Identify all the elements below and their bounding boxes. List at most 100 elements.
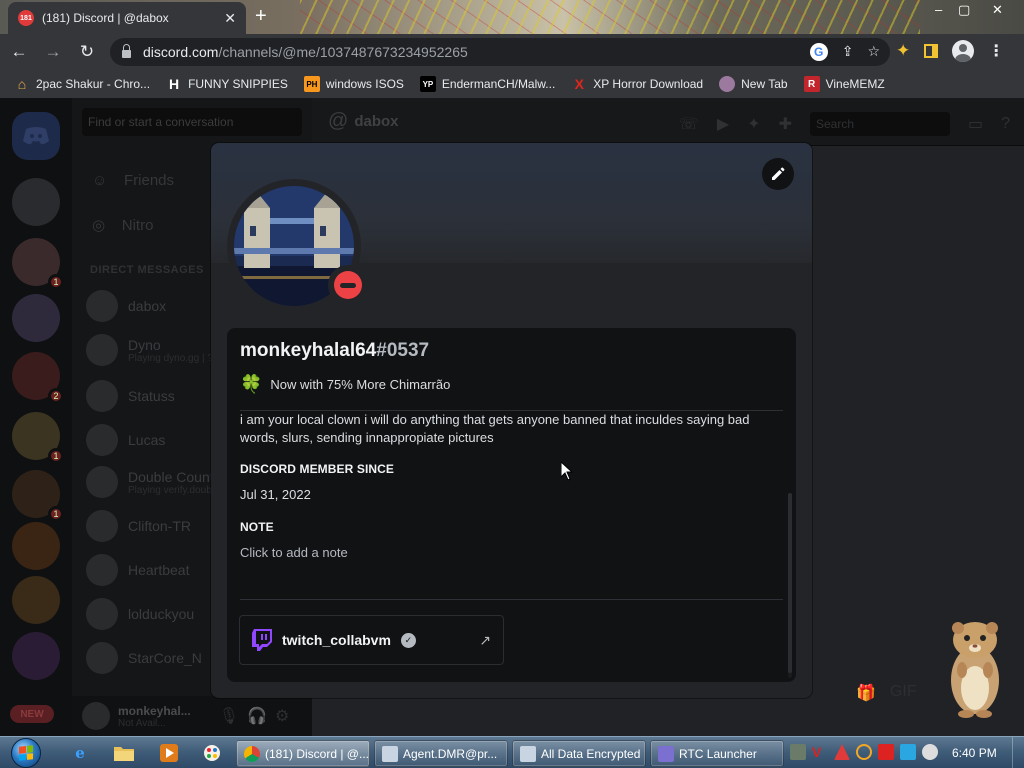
dm-search-input[interactable]: Find or start a conversation: [82, 108, 302, 136]
dm-item[interactable]: Dyno Playing dyno.gg | ?help: [86, 330, 232, 370]
taskbar-window-button[interactable]: (181) Discord | @...: [236, 740, 370, 767]
bookmark-favicon-icon: X: [574, 76, 584, 92]
server-icon[interactable]: [12, 632, 60, 680]
header-search-input[interactable]: Search: [809, 112, 950, 136]
dm-item[interactable]: Clifton-TR: [86, 506, 191, 546]
tray-v-icon[interactable]: V: [812, 744, 828, 760]
settings-gear-icon[interactable]: ⚙: [275, 706, 289, 726]
video-call-icon[interactable]: ▶: [717, 114, 729, 134]
discord-home-icon[interactable]: [12, 112, 60, 160]
server-icon[interactable]: [12, 178, 60, 226]
tray-flag-icon[interactable]: [878, 744, 894, 760]
address-bar[interactable]: discord.com/channels/@me/103748767323495…: [110, 38, 890, 66]
dm-item[interactable]: Statuss: [86, 376, 175, 416]
gift-icon[interactable]: 🎁: [856, 683, 876, 703]
connection-twitch[interactable]: twitch_collabvm ✓ ↗: [239, 615, 504, 665]
maximize-icon[interactable]: ▢: [958, 2, 970, 18]
tray-app-icon[interactable]: [790, 744, 806, 760]
voice-call-icon[interactable]: ☏: [679, 114, 699, 134]
back-icon[interactable]: ←: [4, 37, 34, 67]
bookmark-item[interactable]: R VineMEMZ: [803, 76, 885, 92]
taskbar-window-button[interactable]: Agent.DMR@pr...: [374, 740, 508, 767]
extensions-puzzle-icon[interactable]: ✦: [896, 41, 910, 61]
server-icon[interactable]: [12, 522, 60, 570]
side-panel-icon[interactable]: [924, 44, 939, 58]
bookmark-item[interactable]: X XP Horror Download: [571, 76, 704, 92]
bookmark-item[interactable]: New Tab: [719, 76, 788, 92]
taskbar-clock[interactable]: 6:40 PM: [952, 746, 997, 760]
bookmark-item[interactable]: H FUNNY SNIPPIES: [166, 76, 288, 92]
desktop-hamster-mascot[interactable]: [940, 618, 1010, 718]
bookmark-item[interactable]: PH windows ISOS: [303, 76, 404, 92]
profile-avatar-icon[interactable]: [952, 40, 975, 62]
media-player-icon[interactable]: [157, 741, 181, 765]
paint-icon[interactable]: [200, 741, 224, 765]
new-unread-pill[interactable]: NEW: [10, 705, 54, 723]
dm-nav-nitro[interactable]: ◎ Nitro: [92, 216, 153, 234]
dm-nav-friends[interactable]: ☺ Friends: [92, 172, 174, 189]
inbox-icon[interactable]: ▭: [968, 114, 983, 134]
bookmark-star-icon[interactable]: ☆: [867, 43, 880, 61]
member-since-heading: DISCORD MEMBER SINCE: [240, 462, 395, 476]
taskbar-window-button[interactable]: RTC Launcher: [650, 740, 784, 767]
browser-tab-discord[interactable]: 181 (181) Discord | @dabox ✕: [8, 2, 246, 34]
twitch-icon: [252, 629, 272, 651]
bookmark-label: FUNNY SNIPPIES: [188, 77, 288, 91]
profile-username[interactable]: monkeyhalal64#0537: [240, 340, 429, 362]
tray-network-icon[interactable]: [900, 744, 916, 760]
tray-volume-icon[interactable]: [922, 744, 938, 760]
google-lens-icon[interactable]: G: [809, 43, 828, 61]
tab-close-icon[interactable]: ✕: [224, 10, 236, 27]
dm-item[interactable]: Lucas: [86, 420, 165, 460]
lock-icon[interactable]: [122, 43, 131, 58]
pin-icon[interactable]: ✦: [747, 114, 760, 134]
mute-icon[interactable]: 🎙: [219, 706, 239, 726]
server-icon[interactable]: [12, 576, 60, 624]
dm-item[interactable]: dabox: [86, 286, 166, 326]
forward-icon[interactable]: →: [38, 37, 68, 67]
share-icon[interactable]: ⇪: [842, 43, 854, 61]
edit-profile-pencil-icon[interactable]: [762, 158, 794, 190]
close-window-icon[interactable]: ✕: [992, 2, 1003, 18]
dm-item[interactable]: lolduckyou: [86, 594, 194, 634]
dnd-status-icon: [328, 265, 368, 305]
bookmark-favicon-icon: H: [169, 76, 180, 92]
internet-explorer-icon[interactable]: e: [68, 741, 92, 765]
server-icon[interactable]: 1: [12, 238, 64, 290]
dm-avatar: [86, 598, 118, 630]
show-desktop-button[interactable]: [1012, 737, 1024, 768]
headphones-icon[interactable]: 🎧: [247, 706, 267, 726]
avatar-frame: [227, 179, 368, 313]
user-panel: monkeyhal... Not Avail... 🎙 🎧 ⚙: [72, 696, 312, 736]
note-input[interactable]: Click to add a note: [240, 545, 348, 560]
user-avatar[interactable]: [82, 702, 110, 730]
server-list: 1 2 1 1 NEW: [0, 98, 72, 736]
card-scrollbar[interactable]: [788, 493, 792, 678]
taskbar-window-button[interactable]: All Data Encrypted: [512, 740, 646, 767]
server-icon[interactable]: 1: [12, 412, 64, 464]
reload-icon[interactable]: ↻: [72, 37, 102, 67]
custom-status-text: Now with 75% More Chimarrão: [270, 377, 451, 392]
at-icon: @: [328, 110, 349, 132]
add-friend-icon[interactable]: ✚: [779, 114, 792, 134]
user-profile-modal: monkeyhalal64#0537 🍀 Now with 75% More C…: [211, 143, 812, 698]
bookmark-item[interactable]: ⌂ 2pac Shakur - Chro...: [14, 76, 150, 92]
tray-search-icon[interactable]: [856, 744, 872, 760]
dm-item[interactable]: StarCore_N: [86, 638, 202, 678]
external-link-arrow-icon[interactable]: ↗: [479, 632, 491, 649]
server-icon[interactable]: 2: [12, 352, 64, 404]
bookmark-item[interactable]: YP EndermanCH/Malw...: [419, 76, 555, 92]
profile-info-card: monkeyhalal64#0537 🍀 Now with 75% More C…: [227, 328, 796, 682]
user-panel-status: Not Avail...: [118, 717, 166, 729]
gif-icon[interactable]: GIF: [890, 683, 917, 703]
dm-item[interactable]: Heartbeat: [86, 550, 189, 590]
start-button[interactable]: [6, 737, 46, 768]
server-icon[interactable]: [12, 294, 60, 342]
server-icon[interactable]: 1: [12, 470, 64, 522]
tray-alert-icon[interactable]: [834, 744, 850, 760]
file-explorer-folder-icon[interactable]: [112, 741, 136, 765]
menu-kebab-icon[interactable]: ⋮: [988, 41, 1004, 61]
help-icon[interactable]: ?: [1001, 115, 1010, 133]
new-tab-icon[interactable]: +: [255, 6, 267, 26]
minimize-icon[interactable]: ‒: [935, 2, 942, 17]
